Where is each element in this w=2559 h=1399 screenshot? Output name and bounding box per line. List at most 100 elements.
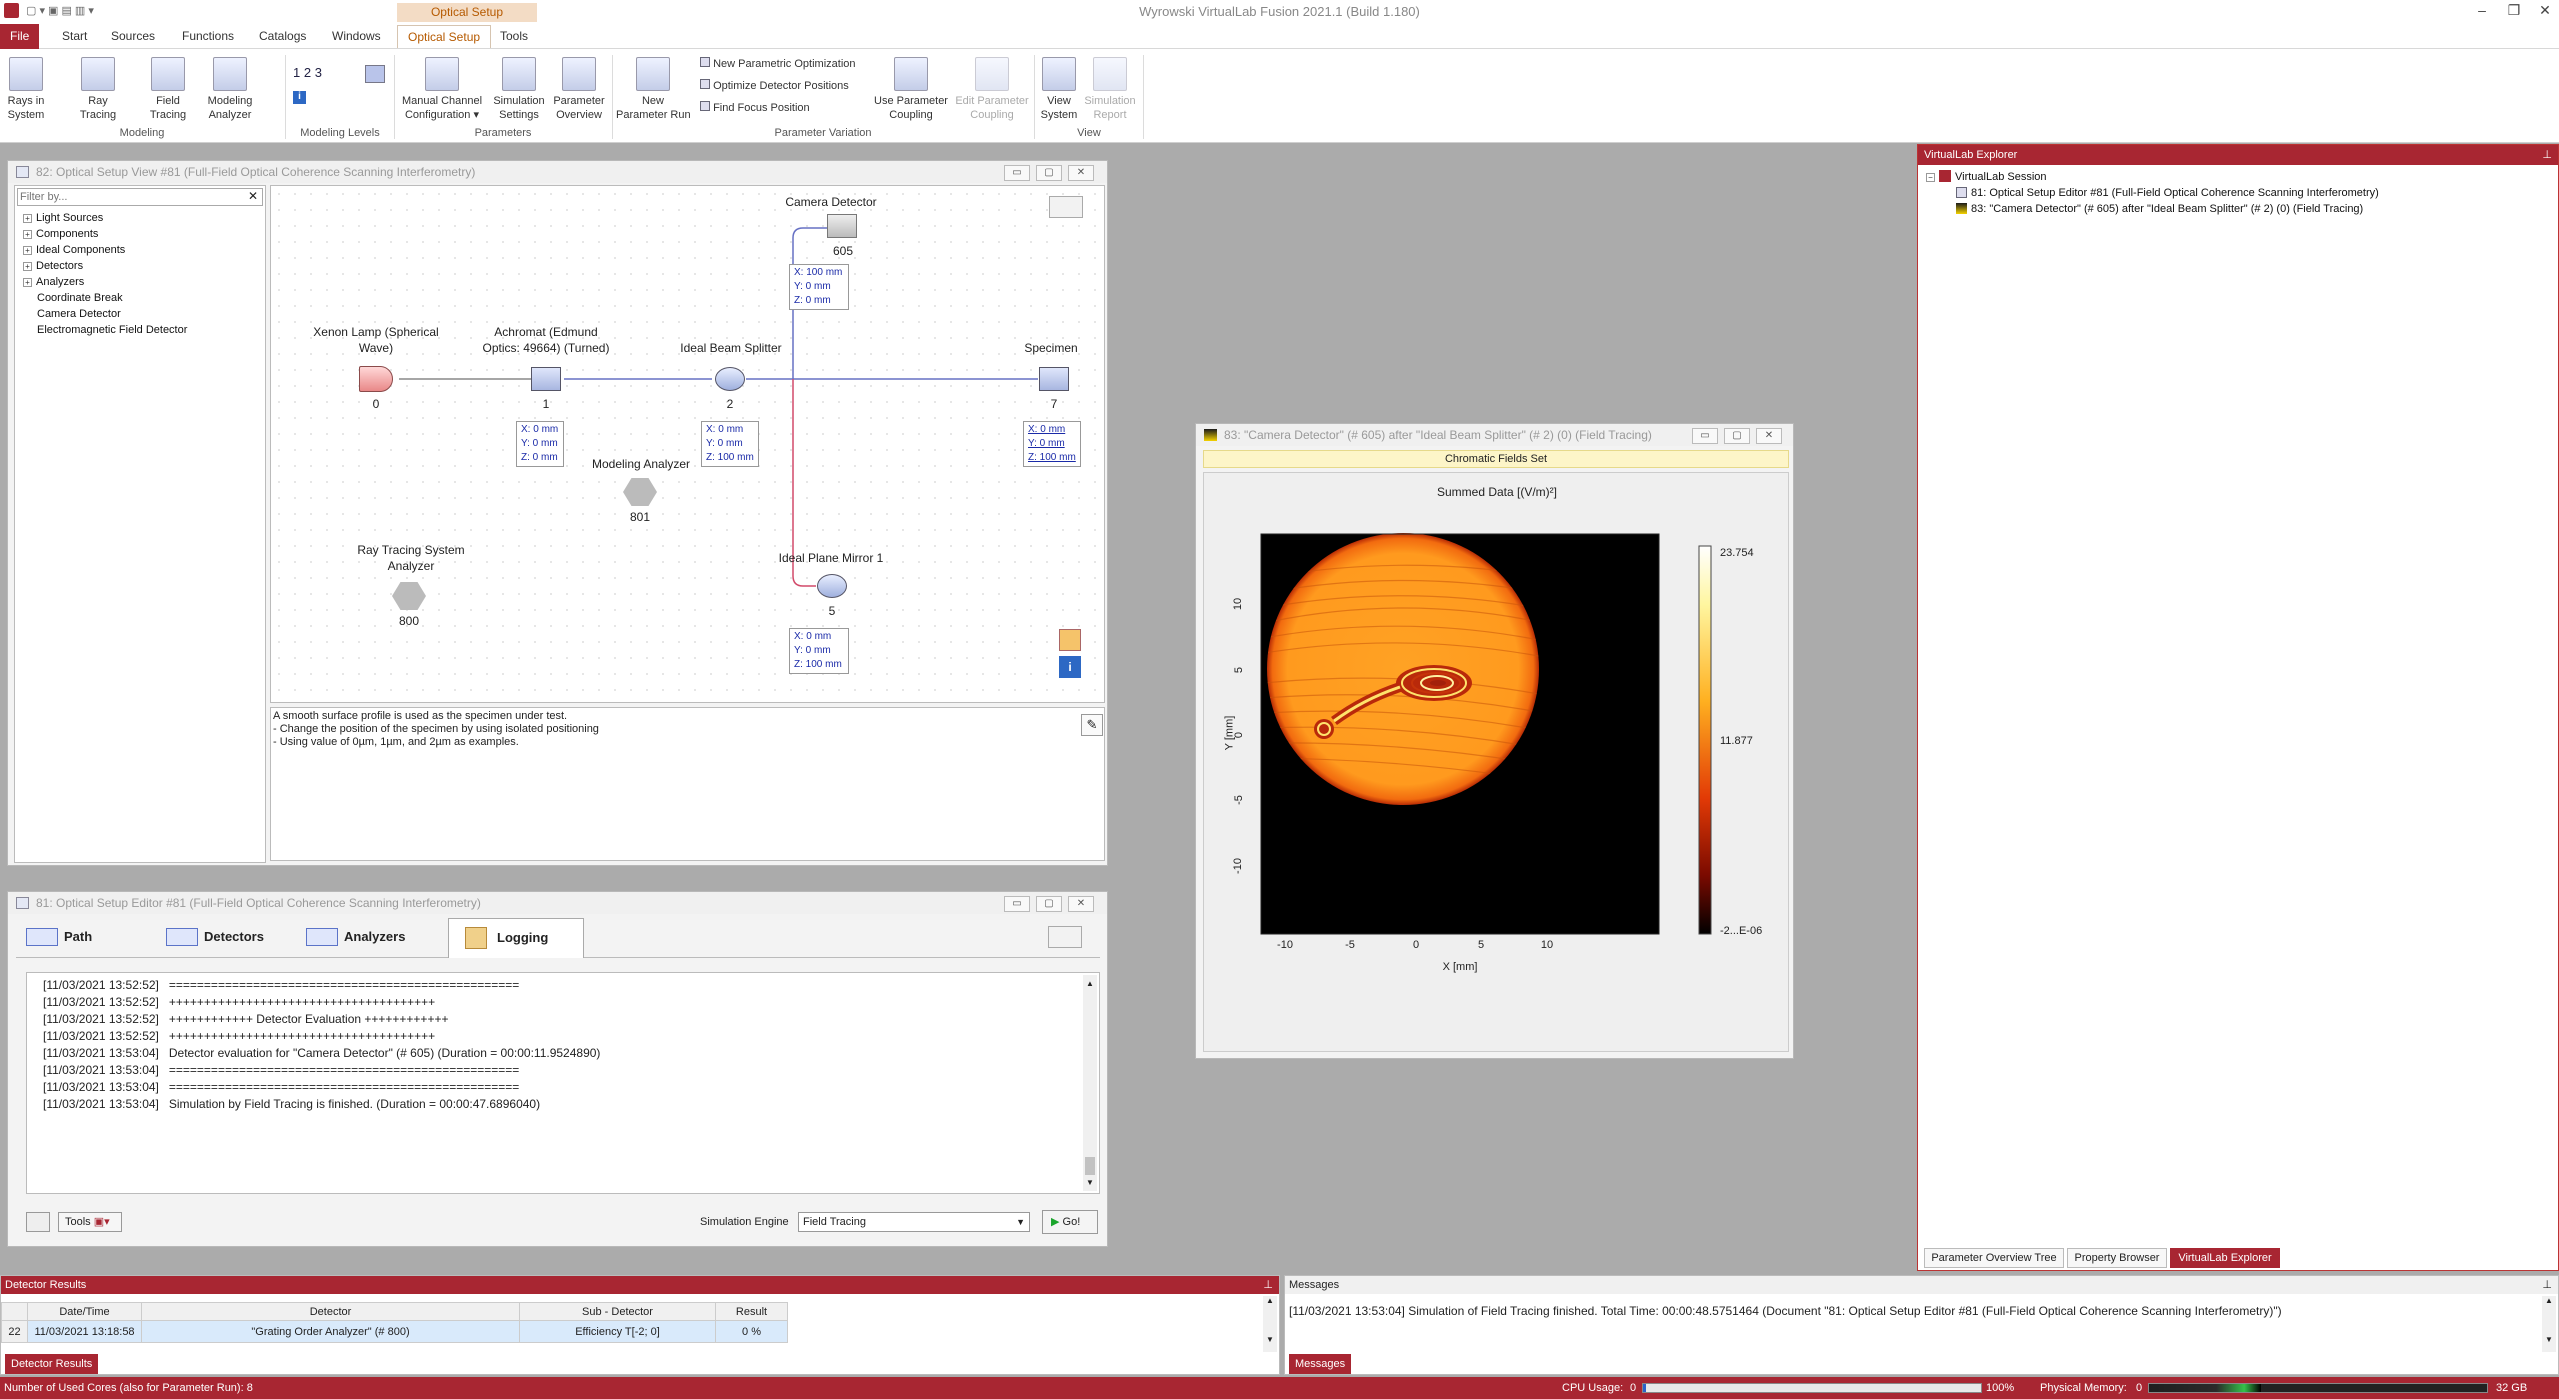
detector-node-camera[interactable] [827, 214, 857, 238]
simulation-engine-select[interactable]: Field Tracing ▼ [798, 1212, 1030, 1232]
tab-property-browser[interactable]: Property Browser [2067, 1248, 2167, 1268]
tab-tools[interactable]: Tools [490, 25, 538, 48]
simulation-settings-button[interactable]: Simulation Settings [490, 57, 548, 122]
tree-item-components[interactable]: + Components [23, 226, 187, 242]
edit-parameter-coupling-button[interactable]: Edit Parameter Coupling [952, 57, 1032, 122]
canvas-options-icon[interactable] [1049, 196, 1083, 218]
level-settings-icon[interactable] [365, 65, 385, 83]
simulation-report-button[interactable]: Simulation Report [1082, 57, 1138, 122]
tools-dropdown[interactable]: Tools ▣▾ [58, 1212, 122, 1232]
tree-item-coordinate-break[interactable]: Coordinate Break [23, 290, 187, 306]
tree-item-ideal-components[interactable]: + Ideal Components [23, 242, 187, 258]
logging-output[interactable]: [11/03/2021 13:52:52] ==================… [26, 972, 1100, 1194]
expand-icon[interactable]: + [23, 246, 32, 255]
tree-item-light-sources[interactable]: + Light Sources [23, 210, 187, 226]
tab-messages[interactable]: Messages [1289, 1354, 1352, 1374]
tree-item-result-doc[interactable]: 83: "Camera Detector" (# 605) after "Ide… [1926, 201, 2379, 217]
expand-icon[interactable]: + [23, 278, 32, 287]
level-1-button[interactable]: 1 [293, 65, 300, 80]
level-3-button[interactable]: 3 [315, 65, 322, 80]
filter-input[interactable] [20, 190, 240, 204]
scroll-up-icon[interactable]: ▲ [1263, 1296, 1277, 1305]
tab-sources[interactable]: Sources [101, 25, 165, 48]
go-button[interactable]: ▶ Go! [1042, 1210, 1098, 1234]
detector-scrollbar[interactable]: ▲ ▼ [1263, 1296, 1277, 1352]
position-badge[interactable]: X: 0 mm Y: 0 mm Z: 100 mm [1023, 421, 1081, 467]
minimize-icon[interactable]: ▭ [1004, 896, 1030, 912]
tab-windows[interactable]: Windows [322, 25, 391, 48]
setup-description-panel[interactable]: A smooth surface profile is used as the … [270, 707, 1105, 861]
tree-item-analyzers[interactable]: + Analyzers [23, 274, 187, 290]
tab-detectors[interactable]: Detectors [156, 918, 286, 956]
position-badge[interactable]: X: 0 mm Y: 0 mm Z: 100 mm [789, 628, 849, 674]
edit-icon[interactable]: ✎ [1081, 714, 1103, 736]
component-node-specimen[interactable] [1039, 367, 1069, 391]
messages-scrollbar[interactable]: ▲ ▼ [2542, 1296, 2556, 1352]
minimize-icon[interactable]: – [2467, 2, 2497, 18]
minimize-icon[interactable]: ▭ [1004, 165, 1030, 181]
column-header[interactable]: Result [715, 1302, 788, 1321]
close-icon[interactable]: ✕ [1068, 896, 1094, 912]
tab-functions[interactable]: Functions [172, 25, 244, 48]
tree-item-em-field-detector[interactable]: Electromagnetic Field Detector [23, 322, 187, 338]
scroll-up-icon[interactable]: ▲ [1083, 975, 1097, 992]
modeling-level-buttons[interactable]: 1 2 3 [293, 65, 322, 80]
new-parametric-optimization-button[interactable]: New Parametric Optimization [700, 57, 856, 72]
info-icon[interactable]: i [293, 91, 306, 104]
position-badge[interactable]: X: 100 mm Y: 0 mm Z: 0 mm [789, 264, 849, 310]
expand-icon[interactable]: + [23, 230, 32, 239]
tab-virtuallab-explorer[interactable]: VirtualLab Explorer [2170, 1248, 2280, 1268]
column-header[interactable]: Date/Time [27, 1302, 142, 1321]
layout-icon[interactable] [26, 1212, 50, 1232]
column-header[interactable]: Sub - Detector [519, 1302, 716, 1321]
setup-view-title[interactable]: 82: Optical Setup View #81 (Full-Field O… [8, 161, 1107, 183]
scroll-down-icon[interactable]: ▼ [1263, 1335, 1277, 1344]
info-icon[interactable]: i [1059, 656, 1081, 678]
light-source-node[interactable] [359, 366, 393, 392]
parameter-overview-button[interactable]: Parameter Overview [550, 57, 608, 122]
editor-options-icon[interactable] [1048, 926, 1082, 948]
level-2-button[interactable]: 2 [304, 65, 311, 80]
tab-catalogs[interactable]: Catalogs [249, 25, 316, 48]
tab-start[interactable]: Start [52, 25, 97, 48]
maximize-icon[interactable]: ▢ [1036, 896, 1062, 912]
component-node-beam-splitter[interactable] [715, 367, 745, 391]
tab-file[interactable]: File [0, 24, 40, 49]
tab-optical-setup[interactable]: Optical Setup [397, 25, 492, 48]
note-icon[interactable] [1059, 629, 1081, 651]
tab-parameter-overview-tree[interactable]: Parameter Overview Tree [1924, 1248, 2064, 1268]
expand-icon[interactable]: + [23, 214, 32, 223]
close-icon[interactable]: ✕ [1756, 428, 1782, 444]
scroll-up-icon[interactable]: ▲ [2542, 1296, 2556, 1305]
ray-tracing-button[interactable]: Ray Tracing [74, 57, 122, 122]
expand-icon[interactable]: + [23, 262, 32, 271]
tab-detector-results[interactable]: Detector Results [5, 1354, 99, 1374]
pin-icon[interactable]: ⊥ [2542, 145, 2552, 165]
restore-icon[interactable]: ❐ [2499, 2, 2529, 19]
modeling-analyzer-button[interactable]: Modeling Analyzer [202, 57, 258, 122]
find-focus-position-button[interactable]: Find Focus Position [700, 101, 810, 116]
tab-logging[interactable]: Logging [448, 918, 584, 958]
log-scrollbar[interactable]: ▲ ▼ [1083, 975, 1097, 1191]
component-node-achromat[interactable] [531, 367, 561, 391]
tree-item-session[interactable]: − VirtualLab Session [1926, 169, 2379, 185]
minimize-icon[interactable]: ▭ [1692, 428, 1718, 444]
pin-icon[interactable]: ⊥ [2542, 1276, 2552, 1294]
editor-title[interactable]: 81: Optical Setup Editor #81 (Full-Field… [8, 892, 1107, 914]
setup-diagram-canvas[interactable]: Xenon Lamp (Spherical Wave) 0 Achromat (… [270, 185, 1105, 703]
table-row[interactable]: 22 11/03/2021 13:18:58 "Grating Order An… [1, 1320, 788, 1343]
component-node-plane-mirror[interactable] [817, 574, 847, 598]
column-header[interactable]: Detector [141, 1302, 520, 1321]
plot-area[interactable]: Summed Data [(V/m)²] 23.754 11.877 -2...… [1203, 472, 1789, 1052]
tab-path[interactable]: Path [16, 918, 146, 956]
pin-icon[interactable]: ⊥ [1263, 1276, 1273, 1294]
close-icon[interactable]: ✕ [2530, 2, 2559, 19]
tree-item-camera-detector[interactable]: Camera Detector [23, 306, 187, 322]
scroll-down-icon[interactable]: ▼ [1083, 1174, 1097, 1191]
new-parameter-run-button[interactable]: New Parameter Run [616, 57, 691, 122]
maximize-icon[interactable]: ▢ [1724, 428, 1750, 444]
manual-channel-configuration-button[interactable]: Manual Channel Configuration ▾ [398, 57, 486, 122]
field-tracing-button[interactable]: Field Tracing [146, 57, 190, 122]
clear-filter-icon[interactable]: ✕ [248, 189, 258, 203]
optimize-detector-positions-button[interactable]: Optimize Detector Positions [700, 79, 849, 94]
